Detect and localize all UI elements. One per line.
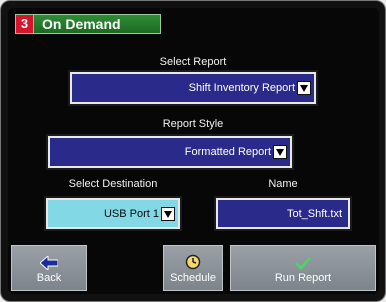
checkmark-icon: [294, 256, 312, 270]
back-arrow-icon: [40, 256, 58, 270]
report-style-dropdown[interactable]: Formatted Report: [46, 134, 294, 170]
back-label: Back: [36, 272, 62, 284]
destination-label: Select Destination: [68, 178, 158, 190]
name-value: Tot_Shft.txt: [286, 207, 342, 220]
run-report-label: Run Report: [274, 272, 332, 284]
device-frame: 3 On Demand Select Report Shift Inventor…: [0, 0, 386, 302]
name-label: Name: [268, 178, 298, 190]
page-title: On Demand: [42, 16, 121, 32]
clock-icon: [185, 254, 201, 270]
dropdown-arrow-icon: [161, 206, 175, 221]
destination-dropdown[interactable]: USB Port 1: [44, 196, 182, 231]
select-report-label: Select Report: [159, 56, 227, 68]
report-style-label: Report Style: [162, 118, 224, 130]
dropdown-arrow-icon: [297, 81, 311, 95]
select-report-value: Shift Inventory Report: [188, 82, 295, 94]
report-style-value: Formatted Report: [184, 146, 271, 158]
back-button[interactable]: Back: [11, 245, 87, 291]
schedule-label: Schedule: [170, 272, 216, 284]
screen: 3 On Demand Select Report Shift Inventor…: [8, 8, 379, 294]
screen-number-badge: 3: [16, 15, 34, 33]
dropdown-arrow-icon: [273, 145, 287, 159]
schedule-button[interactable]: Schedule: [163, 245, 223, 291]
title-tab: 3 On Demand: [15, 14, 161, 34]
run-report-button[interactable]: Run Report: [230, 245, 376, 291]
destination-value: USB Port 1: [103, 207, 159, 220]
select-report-dropdown[interactable]: Shift Inventory Report: [68, 70, 318, 106]
name-field[interactable]: Tot_Shft.txt: [214, 196, 352, 231]
